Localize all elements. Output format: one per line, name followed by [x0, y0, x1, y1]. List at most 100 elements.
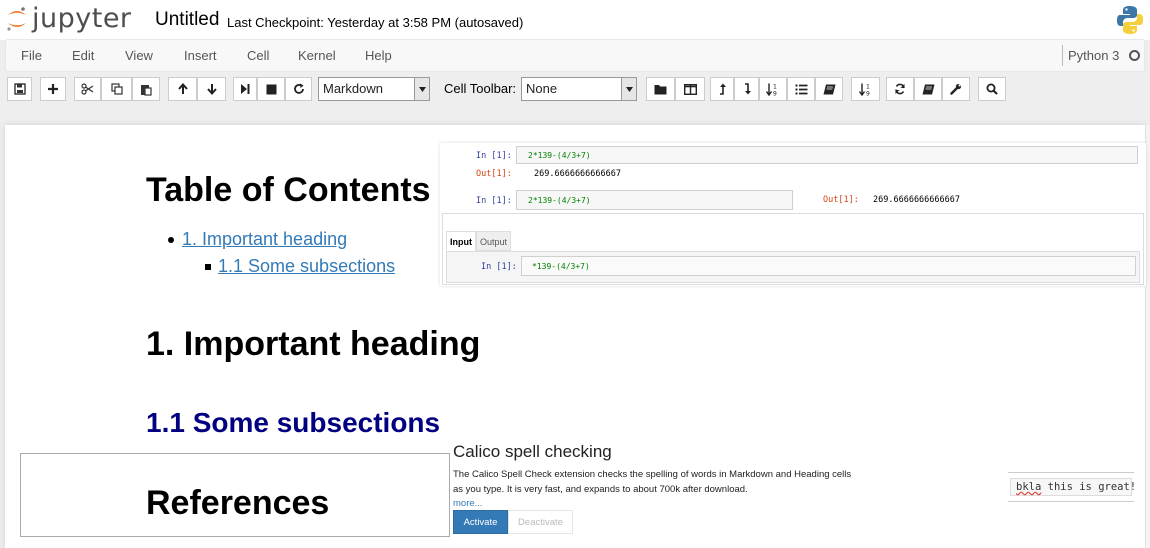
- output-text: 269.6666666666667: [873, 195, 960, 205]
- toc-link-important-heading[interactable]: 1. Important heading: [182, 229, 347, 250]
- folder-icon: [654, 84, 667, 94]
- out-prompt: Out[1]:: [476, 169, 512, 179]
- level-down-icon: [744, 83, 751, 95]
- scissors-icon: [81, 83, 94, 95]
- toc-title: Table of Contents: [146, 171, 431, 209]
- refresh-button[interactable]: [886, 77, 914, 101]
- tab-input[interactable]: Input: [446, 231, 476, 251]
- in-prompt: In [1]:: [476, 196, 512, 206]
- arrow-down-icon: [206, 84, 217, 95]
- in-prompt: In [1]:: [481, 262, 517, 272]
- svg-text:9: 9: [866, 90, 870, 96]
- code-input-box[interactable]: [516, 146, 1138, 164]
- menu-help[interactable]: Help: [365, 40, 392, 71]
- sort-numeric-2-button[interactable]: 19: [851, 77, 880, 101]
- paste-icon: [141, 84, 152, 96]
- stop-icon: [266, 84, 276, 94]
- scrollbar[interactable]: [1146, 125, 1150, 548]
- move-cell-up-button[interactable]: [710, 77, 734, 101]
- spell-check-demo: bkla this is great!: [1008, 472, 1136, 502]
- deactivate-button[interactable]: Deactivate: [508, 510, 573, 534]
- move-cell-down-button[interactable]: [734, 77, 759, 101]
- toc-bullet: [168, 237, 174, 243]
- menu-file[interactable]: File: [21, 40, 42, 71]
- menu-kernel[interactable]: Kernel: [298, 40, 336, 71]
- misspelled-word: bkla: [1016, 481, 1042, 493]
- heading-references: References: [146, 484, 330, 522]
- refresh-icon: [293, 83, 304, 94]
- step-forward-icon: [241, 84, 250, 94]
- book-2-button[interactable]: [914, 77, 942, 101]
- kernel-name: Python 3: [1068, 48, 1120, 63]
- activate-button[interactable]: Activate: [453, 510, 508, 534]
- toolbar: Markdown Cell Toolbar: None 19 19: [0, 72, 1150, 106]
- heading-subsections: 1.1 Some subsections: [146, 407, 441, 438]
- run-button[interactable]: [233, 77, 257, 101]
- output-text: 269.6666666666667: [534, 169, 621, 179]
- jupyter-logo-icon: [7, 7, 26, 31]
- list-button[interactable]: [787, 77, 815, 101]
- split-view-button[interactable]: [675, 77, 705, 101]
- spell-check-demo-text: this is great!: [1041, 481, 1137, 493]
- code-text: 2*139-(4/3+7): [528, 196, 591, 205]
- header: jupyter Untitled Last Checkpoint: Yester…: [0, 0, 1150, 40]
- wrench-icon: [950, 83, 962, 95]
- input-output-tabs: Input Output In [1]: *139-(4/3+7): [442, 213, 1144, 285]
- in-prompt: In [1]:: [476, 151, 512, 161]
- toc-link-some-subsections[interactable]: 1.1 Some subsections: [218, 256, 395, 277]
- cell-type-select[interactable]: Markdown: [318, 77, 430, 101]
- menu-insert[interactable]: Insert: [184, 40, 217, 71]
- save-button[interactable]: [7, 77, 32, 101]
- menu-view[interactable]: View: [125, 40, 153, 71]
- settings-button[interactable]: [942, 77, 970, 101]
- cell-toolbar-select[interactable]: None: [521, 77, 637, 101]
- calico-more-link[interactable]: more...: [453, 498, 483, 509]
- book-icon: [922, 84, 934, 94]
- notebook-title[interactable]: Untitled: [155, 9, 219, 31]
- calico-description: as you type. It is very fast, and expand…: [453, 484, 748, 495]
- svg-text:9: 9: [773, 90, 777, 96]
- chevron-down-icon: [621, 78, 636, 100]
- book-button[interactable]: [815, 77, 843, 101]
- jupyter-logo-text: jupyter: [32, 3, 132, 34]
- copy-icon: [110, 83, 123, 95]
- arrow-up-icon: [177, 83, 188, 94]
- level-up-icon: [720, 83, 726, 95]
- book-icon: [823, 84, 835, 94]
- search-button[interactable]: [978, 77, 1006, 101]
- copy-button[interactable]: [101, 77, 132, 101]
- kernel-idle-indicator-icon: [1129, 50, 1140, 61]
- columns-icon: [683, 83, 697, 95]
- toc-bullet: [205, 264, 211, 270]
- jupyter-logo[interactable]: jupyter: [6, 4, 132, 34]
- open-folder-button[interactable]: [646, 77, 675, 101]
- code-input-box[interactable]: [521, 256, 1136, 276]
- move-down-button[interactable]: [197, 77, 226, 101]
- save-icon: [13, 83, 26, 95]
- insert-cell-button[interactable]: [40, 77, 66, 101]
- calico-title: Calico spell checking: [453, 442, 612, 461]
- kernel-separator: [1062, 45, 1063, 66]
- cell-toolbar-label: Cell Toolbar:: [444, 81, 517, 96]
- sort-numeric-icon: 19: [766, 83, 777, 96]
- move-up-button[interactable]: [168, 77, 197, 101]
- code-text: *139-(4/3+7): [532, 262, 590, 271]
- spell-check-demo-input: bkla this is great!: [1010, 478, 1136, 496]
- menubar: File Edit View Insert Cell Kernel Help P…: [5, 39, 1145, 72]
- sort-numeric-button[interactable]: 19: [759, 77, 787, 101]
- python-logo-icon: [1116, 5, 1144, 40]
- chevron-down-icon: [414, 78, 429, 100]
- restart-button[interactable]: [285, 77, 312, 101]
- calico-description: The Calico Spell Check extension checks …: [453, 469, 852, 480]
- code-cells-preview: In [1]: 2*139-(4/3+7) Out[1]: 269.666666…: [440, 143, 1146, 286]
- paste-button[interactable]: [132, 77, 160, 101]
- svg-text:1: 1: [773, 83, 777, 90]
- tab-output[interactable]: Output: [476, 231, 512, 251]
- cell-type-value: Markdown: [323, 81, 383, 96]
- menu-edit[interactable]: Edit: [72, 40, 94, 71]
- cut-button[interactable]: [74, 77, 101, 101]
- interrupt-button[interactable]: [257, 77, 285, 101]
- menu-cell[interactable]: Cell: [247, 40, 269, 71]
- checkpoint-status: Last Checkpoint: Yesterday at 3:58 PM (a…: [227, 15, 524, 30]
- code-text: 2*139-(4/3+7): [528, 151, 591, 160]
